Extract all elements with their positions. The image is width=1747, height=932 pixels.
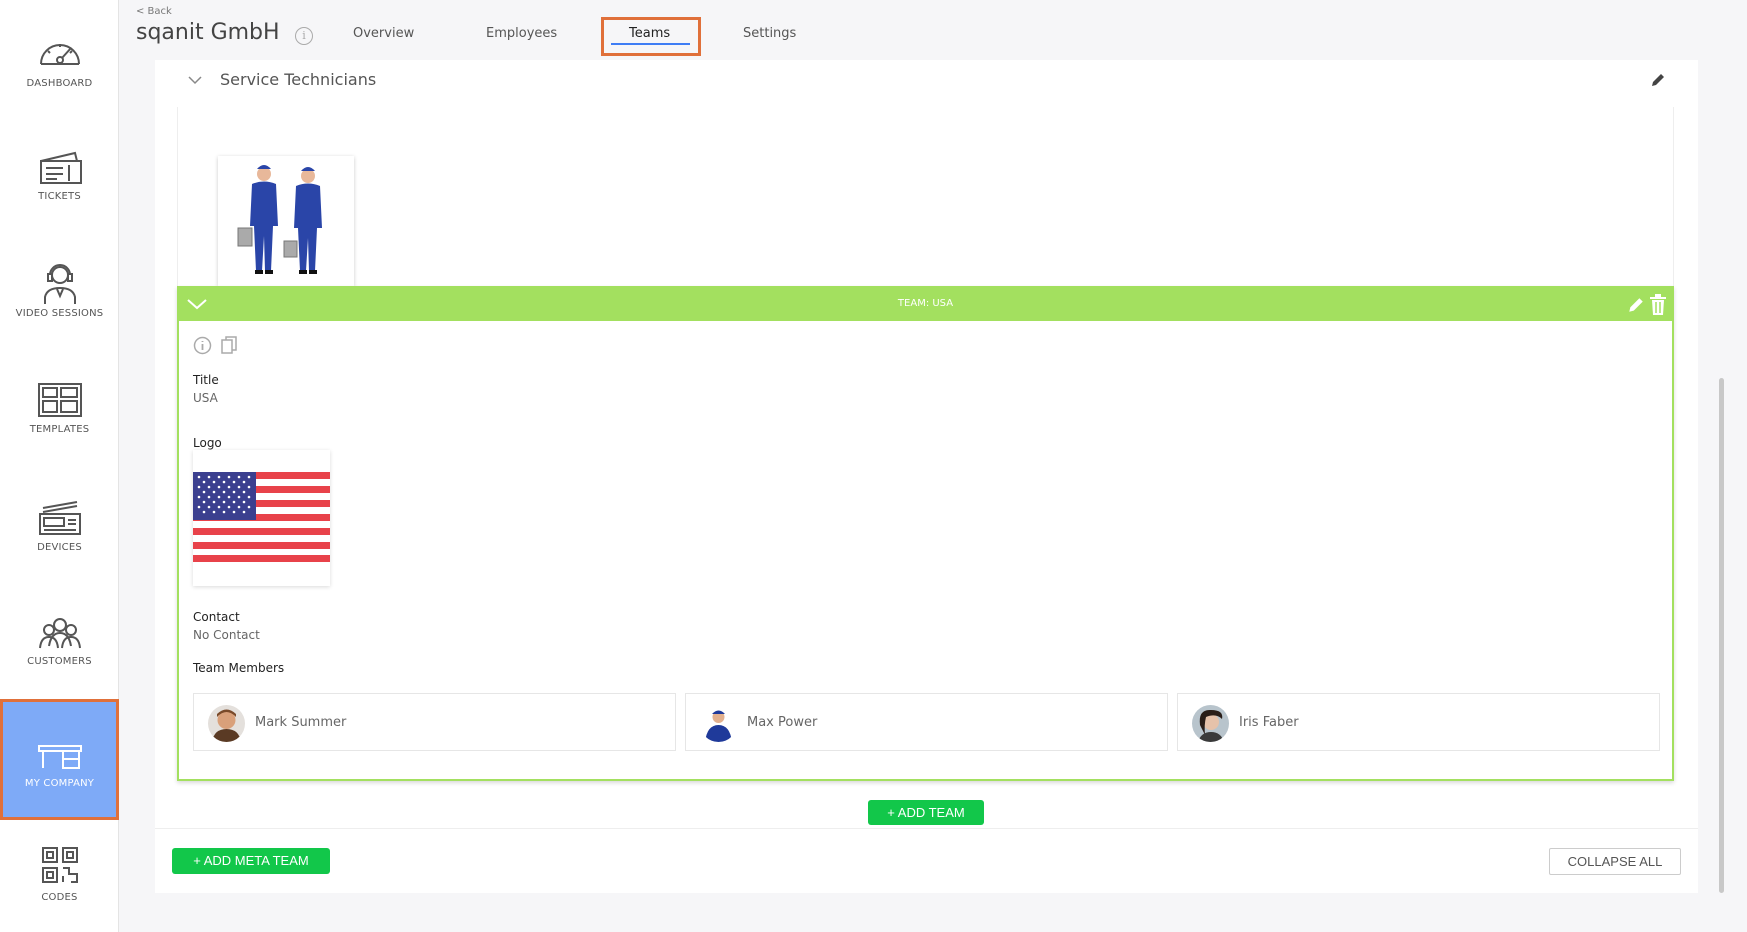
team-member-card[interactable]: Iris Faber	[1177, 693, 1660, 751]
meta-team-title: Service Technicians	[220, 70, 377, 89]
teams-panel: Service Technicians TEAM: USA Title USA …	[155, 60, 1698, 893]
nav-label-customers: CUSTOMERS	[27, 656, 92, 667]
page-title: sqanit GmbH	[136, 20, 280, 45]
info-icon[interactable]: i	[295, 27, 313, 45]
copy-icon[interactable]	[221, 336, 238, 355]
nav-label-my-company: MY COMPANY	[24, 778, 95, 789]
member-name: Max Power	[747, 715, 818, 730]
template-grid-icon	[37, 383, 82, 417]
nav-templates[interactable]: TEMPLATES	[0, 378, 119, 435]
member-name: Iris Faber	[1239, 715, 1299, 730]
team-logo	[193, 450, 330, 586]
desk-icon	[37, 745, 82, 769]
tab-employees[interactable]: Employees	[486, 26, 557, 41]
scrollbar-thumb[interactable]	[1719, 378, 1724, 893]
team-card: TEAM: USA Title USA Logo Contact No Cont…	[177, 286, 1674, 781]
technicians-image	[218, 156, 354, 286]
avatar	[208, 705, 245, 742]
speedometer-icon	[39, 44, 80, 65]
nav-dashboard[interactable]: DASHBOARD	[0, 32, 119, 89]
chevron-down-icon[interactable]	[187, 72, 203, 88]
nav-customers[interactable]: CUSTOMERS	[0, 610, 119, 667]
info-icon[interactable]	[193, 336, 212, 355]
usa-flag-image	[193, 472, 330, 562]
team-member-card[interactable]: Mark Summer	[193, 693, 676, 751]
nav-label-video-sessions: VIDEO SESSIONS	[15, 308, 104, 319]
headset-agent-icon	[43, 264, 76, 304]
tab-teams[interactable]: Teams	[629, 26, 670, 41]
nav-devices[interactable]: DEVICES	[0, 496, 119, 553]
title-value: USA	[193, 391, 218, 405]
contact-value: No Contact	[193, 628, 260, 642]
add-team-button[interactable]: + ADD TEAM	[868, 800, 984, 825]
tab-settings[interactable]: Settings	[743, 26, 796, 41]
nav-label-dashboard: DASHBOARD	[26, 78, 93, 89]
collapse-all-button[interactable]: COLLAPSE ALL	[1549, 848, 1681, 875]
nav-label-devices: DEVICES	[37, 542, 82, 553]
device-icon	[38, 501, 81, 535]
nav-codes[interactable]: CODES	[0, 846, 119, 903]
nav-tickets[interactable]: TICKETS	[0, 145, 119, 202]
avatar	[1192, 705, 1229, 742]
nav-my-company[interactable]: MY COMPANY	[0, 699, 119, 820]
trash-icon[interactable]	[1649, 294, 1667, 316]
tab-overview[interactable]: Overview	[353, 26, 414, 41]
team-member-card[interactable]: Max Power	[685, 693, 1168, 751]
tab-active-underline	[611, 43, 690, 45]
nav-label-codes: CODES	[41, 892, 78, 903]
team-bar-title: TEAM: USA	[897, 298, 954, 309]
back-link[interactable]: < Back	[136, 6, 172, 17]
add-meta-team-button[interactable]: + ADD META TEAM	[172, 848, 330, 874]
title-label: Title	[193, 373, 219, 387]
customers-icon	[38, 618, 81, 649]
qr-code-icon	[41, 847, 78, 883]
team-members-label: Team Members	[193, 661, 285, 675]
team-header-bar[interactable]: TEAM: USA	[179, 288, 1672, 321]
sidebar: DASHBOARD TICKETS VIDEO SESSIONS TEMPLAT…	[0, 0, 119, 932]
contact-label: Contact	[193, 610, 240, 624]
edit-pencil-icon[interactable]	[1650, 72, 1666, 88]
page-header: < Back sqanit GmbH i Overview Employees …	[119, 0, 1747, 60]
meta-team-header[interactable]: Service Technicians	[155, 60, 1698, 104]
nav-video-sessions[interactable]: VIDEO SESSIONS	[0, 262, 119, 319]
member-name: Mark Summer	[255, 715, 347, 730]
divider	[155, 828, 1698, 829]
avatar	[700, 705, 737, 742]
nav-label-tickets: TICKETS	[38, 191, 81, 202]
nav-label-templates: TEMPLATES	[29, 424, 90, 435]
edit-pencil-icon[interactable]	[1627, 296, 1645, 314]
logo-label: Logo	[193, 436, 222, 450]
ticket-icon	[39, 151, 82, 184]
